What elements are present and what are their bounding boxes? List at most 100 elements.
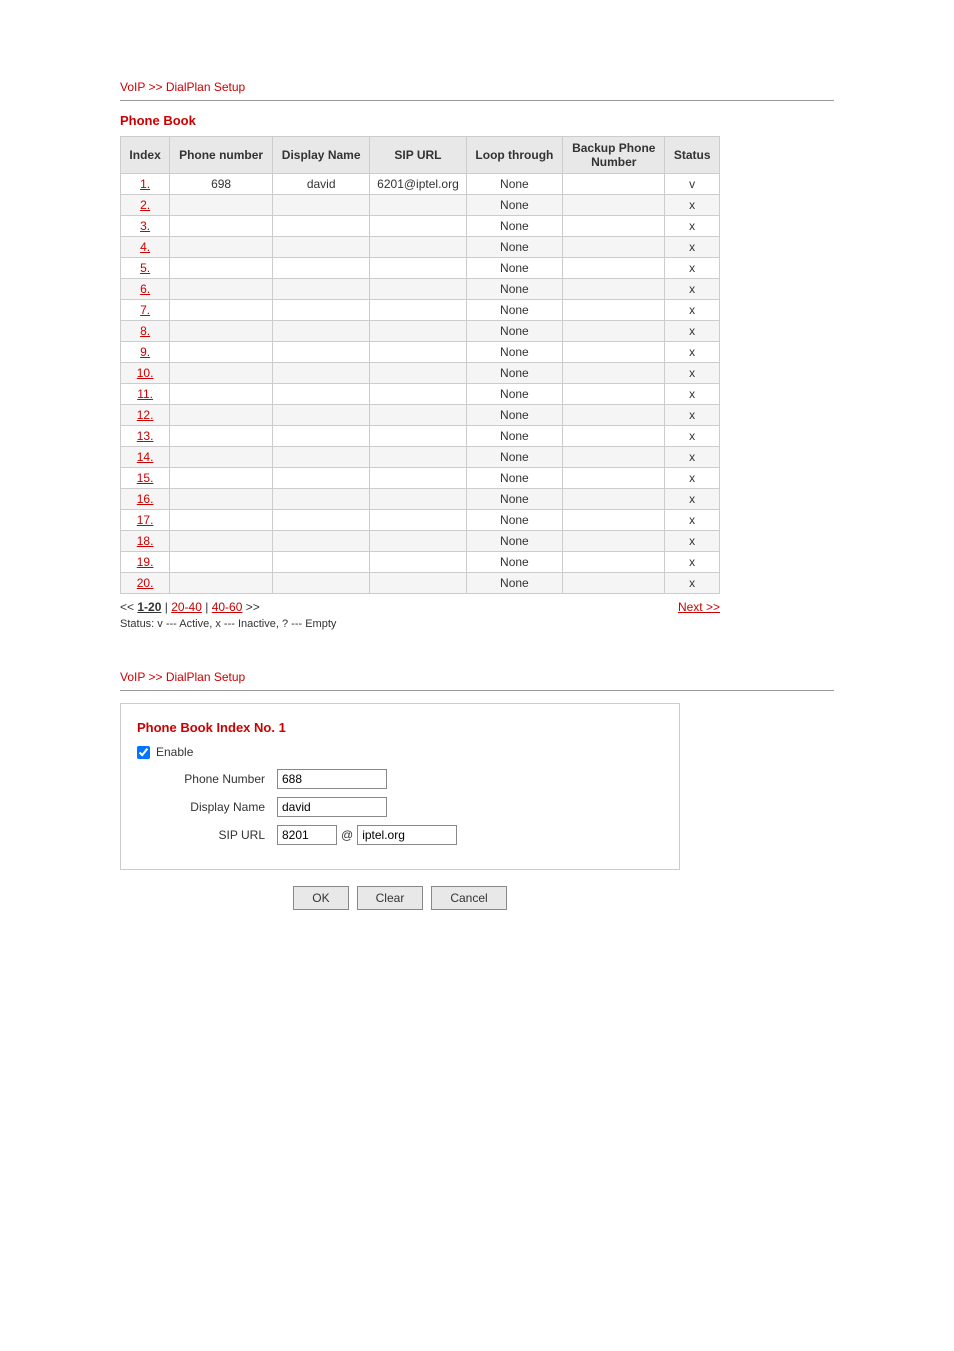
- cell-sip: [370, 384, 466, 405]
- cell-sip: [370, 258, 466, 279]
- enable-label: Enable: [156, 745, 193, 759]
- cell-index[interactable]: 2.: [121, 195, 170, 216]
- page-20-40[interactable]: 20-40: [171, 600, 202, 614]
- prev-nav[interactable]: <<: [120, 600, 134, 614]
- table-row: 2.Nonex: [121, 195, 720, 216]
- cell-display: [272, 279, 369, 300]
- cell-phone: [170, 447, 273, 468]
- cell-loop: None: [466, 216, 563, 237]
- cell-phone: [170, 342, 273, 363]
- section-title-1: Phone Book: [120, 113, 834, 128]
- clear-button[interactable]: Clear: [357, 886, 424, 910]
- cell-index[interactable]: 5.: [121, 258, 170, 279]
- cell-phone: [170, 468, 273, 489]
- cancel-button[interactable]: Cancel: [431, 886, 506, 910]
- cell-loop: None: [466, 426, 563, 447]
- phone-book-table: Index Phone number Display Name SIP URL …: [120, 136, 720, 594]
- table-row: 17.Nonex: [121, 510, 720, 531]
- cell-backup: [563, 447, 665, 468]
- table-row: 3.Nonex: [121, 216, 720, 237]
- col-sip: SIP URL: [370, 137, 466, 174]
- cell-backup: [563, 258, 665, 279]
- table-row: 15.Nonex: [121, 468, 720, 489]
- table-row: 19.Nonex: [121, 552, 720, 573]
- cell-index[interactable]: 3.: [121, 216, 170, 237]
- form-section-title: Phone Book Index No. 1: [137, 720, 663, 735]
- pagination-right: Next >>: [678, 600, 720, 614]
- sip-url-domain-input[interactable]: [357, 825, 457, 845]
- table-row: 20.Nonex: [121, 573, 720, 594]
- cell-index[interactable]: 17.: [121, 510, 170, 531]
- cell-backup: [563, 342, 665, 363]
- divider-1: [120, 100, 834, 101]
- breadcrumb-1: VoIP >> DialPlan Setup: [120, 80, 834, 94]
- cell-index[interactable]: 18.: [121, 531, 170, 552]
- table-row: 4.Nonex: [121, 237, 720, 258]
- cell-display: [272, 363, 369, 384]
- cell-phone: [170, 510, 273, 531]
- pagination: << 1-20 | 20-40 | 40-60 >> Next >>: [120, 600, 720, 614]
- cell-backup: [563, 489, 665, 510]
- cell-loop: None: [466, 468, 563, 489]
- cell-index[interactable]: 11.: [121, 384, 170, 405]
- section-phonebook-form: VoIP >> DialPlan Setup Phone Book Index …: [120, 670, 834, 910]
- cell-status: x: [665, 531, 720, 552]
- cell-loop: None: [466, 447, 563, 468]
- cell-phone: [170, 363, 273, 384]
- cell-display: [272, 426, 369, 447]
- cell-sip: [370, 405, 466, 426]
- col-display: Display Name: [272, 137, 369, 174]
- cell-index[interactable]: 14.: [121, 447, 170, 468]
- cell-display: [272, 552, 369, 573]
- phone-number-input[interactable]: [277, 769, 387, 789]
- cell-phone: [170, 552, 273, 573]
- sip-url-label: SIP URL: [157, 828, 277, 842]
- cell-display: [272, 237, 369, 258]
- cell-sip: [370, 216, 466, 237]
- col-index: Index: [121, 137, 170, 174]
- enable-checkbox[interactable]: [137, 746, 150, 759]
- cell-index[interactable]: 6.: [121, 279, 170, 300]
- cell-display: [272, 321, 369, 342]
- cell-status: x: [665, 342, 720, 363]
- cell-index[interactable]: 15.: [121, 468, 170, 489]
- cell-index[interactable]: 10.: [121, 363, 170, 384]
- next-link[interactable]: Next >>: [678, 600, 720, 614]
- cell-index[interactable]: 13.: [121, 426, 170, 447]
- cell-sip: [370, 489, 466, 510]
- page-40-60[interactable]: 40-60: [212, 600, 243, 614]
- cell-index[interactable]: 1.: [121, 174, 170, 195]
- cell-index[interactable]: 20.: [121, 573, 170, 594]
- cell-phone: [170, 216, 273, 237]
- divider-2: [120, 690, 834, 691]
- cell-index[interactable]: 12.: [121, 405, 170, 426]
- breadcrumb-2: VoIP >> DialPlan Setup: [120, 670, 834, 684]
- cell-index[interactable]: 4.: [121, 237, 170, 258]
- page-1-20[interactable]: 1-20: [137, 600, 161, 614]
- cell-sip: [370, 531, 466, 552]
- sip-url-prefix-input[interactable]: [277, 825, 337, 845]
- cell-index[interactable]: 8.: [121, 321, 170, 342]
- cell-index[interactable]: 9.: [121, 342, 170, 363]
- ok-button[interactable]: OK: [293, 886, 348, 910]
- cell-phone: [170, 405, 273, 426]
- cell-backup: [563, 363, 665, 384]
- table-row: 16.Nonex: [121, 489, 720, 510]
- cell-display: [272, 216, 369, 237]
- cell-status: x: [665, 405, 720, 426]
- cell-status: x: [665, 384, 720, 405]
- cell-phone: [170, 489, 273, 510]
- cell-index[interactable]: 19.: [121, 552, 170, 573]
- cell-phone: [170, 258, 273, 279]
- cell-status: x: [665, 447, 720, 468]
- cell-sip: [370, 237, 466, 258]
- cell-index[interactable]: 7.: [121, 300, 170, 321]
- cell-status: x: [665, 300, 720, 321]
- display-name-input[interactable]: [277, 797, 387, 817]
- cell-backup: [563, 174, 665, 195]
- cell-sip: [370, 342, 466, 363]
- cell-backup: [563, 216, 665, 237]
- cell-loop: None: [466, 405, 563, 426]
- enable-row: Enable: [137, 745, 663, 759]
- cell-index[interactable]: 16.: [121, 489, 170, 510]
